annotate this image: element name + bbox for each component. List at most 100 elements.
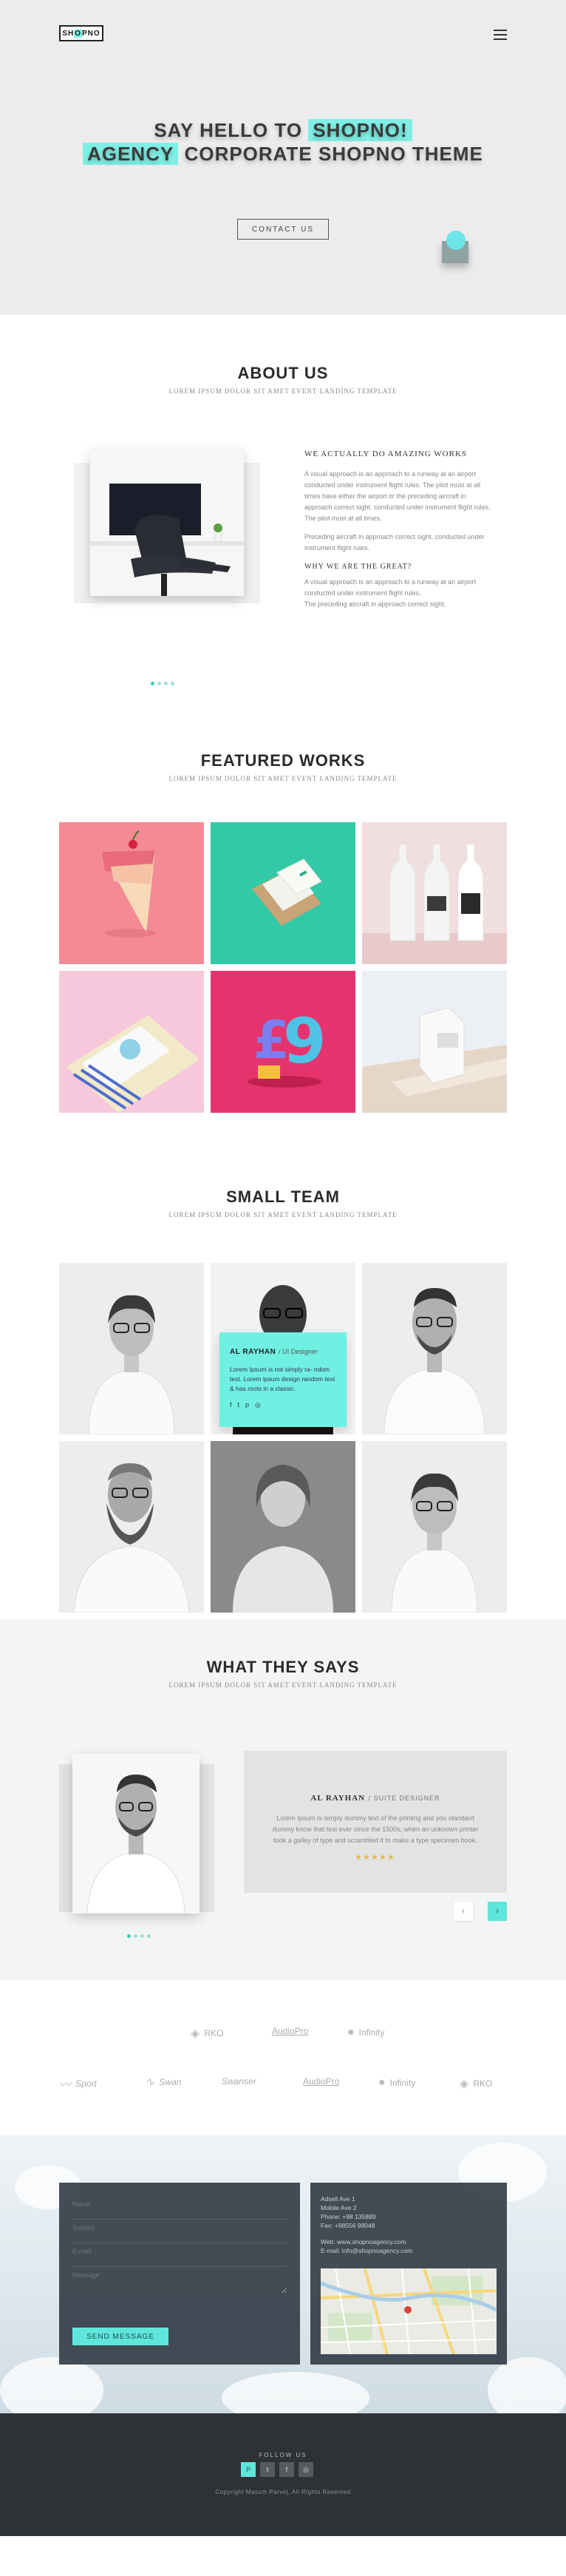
team-member-photo[interactable] [59, 1263, 204, 1434]
pinterest-icon[interactable]: p [245, 1401, 249, 1409]
contact-info-panel: Adsell Ave 1 Mobile Ave 2 Phone: +98 135… [310, 2183, 507, 2365]
testimonial-quote: Lorem Ipsum is simply dummy text of the … [272, 1814, 479, 1844]
portfolio-item[interactable]: £ 9 [211, 971, 355, 1113]
fax-text: Fax: +98556 99048 [321, 2222, 375, 2229]
logo-text-left: SH [62, 29, 75, 38]
about-text-block: WE ACTUALLY DO AMAZING WORKS A visual ap… [304, 450, 494, 617]
about-title: ABOUT US [237, 364, 329, 382]
featured-works-section: FEATURED WORKS LOREM IPSUM DOLOR SIT AME… [0, 704, 566, 1156]
swan-icon: ∿ [145, 2076, 155, 2089]
hero-title: SAY HELLO TO SHOPNO! AGENCY CORPORATE SH… [0, 118, 566, 166]
about-paragraph-2: Preceding aircraft in approach correct s… [304, 533, 485, 552]
portfolio-item[interactable] [59, 971, 204, 1113]
team-member-photo[interactable] [362, 1441, 507, 1613]
twitter-icon[interactable]: t [260, 2462, 275, 2477]
portfolio-item[interactable] [59, 822, 204, 964]
pinterest-icon[interactable]: P [241, 2462, 256, 2477]
testimonial-slider-dots[interactable] [127, 1934, 151, 1938]
about-paragraph-1: A visual approach is an approach to a ru… [304, 470, 491, 522]
client-logo[interactable]: Swanser [222, 2076, 256, 2087]
clients-section: ◈ RKO AudioPro ● Infinity 〰 Sport ∿ Swan Swa… [0, 1980, 566, 2135]
email-input[interactable] [72, 2248, 287, 2255]
copyright-text: Copyright Masum Parvej, All Rights Reser… [215, 2489, 351, 2495]
footer: FOLLOW US P t f ◎ Copyright Masum Parvej… [0, 2413, 566, 2536]
client-logo[interactable]: ◈ RKO [191, 2026, 223, 2041]
hero-line2-text: CORPORATE SHOPNO THEME [178, 143, 483, 165]
about-image [74, 448, 260, 620]
team-member-photo[interactable] [211, 1441, 355, 1613]
team-member-photo[interactable] [59, 1441, 204, 1613]
svg-text:9: 9 [283, 1005, 326, 1077]
contact-section: SEND MESSAGE Adsell Ave 1 Mobile Ave 2 P… [0, 2135, 566, 2413]
team-member-photo[interactable] [362, 1263, 507, 1434]
team-member-photo[interactable]: AL RAYHAN / UI Designer Lorem Ipsum is no… [211, 1263, 355, 1434]
testimonial-photo [59, 1754, 214, 1927]
phone-text: Phone: +98 135889 [321, 2213, 376, 2220]
hamburger-menu-icon[interactable] [494, 30, 507, 40]
client-logo[interactable]: ● Infinity [347, 2026, 384, 2039]
rating-stars-icon: ★★★★★ [355, 1854, 396, 1862]
message-field[interactable] [72, 2267, 287, 2308]
next-arrow-button[interactable]: › [488, 1902, 507, 1921]
diamond-icon: ◈ [191, 2027, 200, 2040]
map-pin-icon [404, 2306, 412, 2314]
member-name: AL RAYHAN [230, 1348, 276, 1356]
message-textarea[interactable] [72, 2271, 287, 2294]
address-line-2: Mobile Ave 2 [321, 2204, 357, 2211]
portfolio-item[interactable] [362, 822, 507, 964]
email-text: E-mail: info@shopnoagency.com [321, 2247, 413, 2254]
subject-field[interactable] [72, 2220, 287, 2243]
about-section: ABOUT US LOREM IPSUM DOLOR SIT AMET EVEN… [0, 315, 566, 704]
team-title: SMALL TEAM [226, 1187, 340, 1206]
about-slider-dots[interactable] [151, 682, 174, 685]
member-role: / UI Designer [279, 1348, 318, 1355]
instagram-icon[interactable]: ◎ [299, 2462, 313, 2477]
testimonials-title: WHAT THEY SAYS [206, 1658, 360, 1676]
client-logo[interactable]: AudioPro [272, 2026, 308, 2036]
name-input[interactable] [72, 2200, 287, 2208]
contact-us-button[interactable]: CONTACT US [237, 219, 329, 240]
circle-icon: ● [347, 2026, 355, 2038]
member-social-links: f t p ◎ [230, 1401, 336, 1409]
dribbble-icon[interactable]: ◎ [255, 1401, 261, 1409]
client-logo[interactable]: AudioPro [303, 2076, 339, 2087]
team-subtitle: LOREM IPSUM DOLOR SIT AMET EVENT LANDING… [168, 1211, 398, 1218]
facebook-icon[interactable]: f [230, 1401, 232, 1409]
diamond-icon: ◈ [460, 2078, 469, 2090]
logo[interactable]: SH O PNO [59, 25, 103, 41]
contact-form: SEND MESSAGE [59, 2183, 300, 2365]
email-field[interactable] [72, 2243, 287, 2267]
swoosh-icon: 〰 [59, 2079, 72, 2092]
member-bio: Lorem Ipsum is not simply ra- ndom text.… [230, 1366, 335, 1392]
testimonials-subtitle: LOREM IPSUM DOLOR SIT AMET EVENT LANDING… [168, 1681, 398, 1689]
prev-arrow-button[interactable]: ‹ [454, 1902, 473, 1921]
client-logo[interactable]: ◈ RKO [460, 2076, 492, 2091]
portfolio-item[interactable] [211, 822, 355, 964]
client-logo[interactable]: 〰 Sport [59, 2075, 97, 2092]
name-field[interactable] [72, 2196, 287, 2220]
web-text: Web: www.shopnoagency.com [321, 2238, 406, 2245]
client-logo[interactable]: ● Infinity [378, 2076, 415, 2089]
featured-subtitle: LOREM IPSUM DOLOR SIT AMET EVENT LANDING… [168, 775, 398, 782]
hero-line1-highlight: SHOPNO! [308, 119, 412, 141]
testimonial-card: AL RAYHAN / SUITE DESIGNER Lorem Ipsum i… [244, 1751, 507, 1893]
testimonials-section: WHAT THEY SAYS LOREM IPSUM DOLOR SIT AME… [0, 1619, 566, 1980]
about-subtitle: LOREM IPSUM DOLOR SIT AMET EVENT LANDING… [168, 387, 398, 395]
about-heading: WE ACTUALLY DO AMAZING WORKS [304, 450, 468, 458]
twitter-icon[interactable]: t [238, 1401, 240, 1409]
team-section: SMALL TEAM LOREM IPSUM DOLOR SIT AMET EV… [0, 1155, 566, 1619]
send-message-button[interactable]: SEND MESSAGE [72, 2328, 168, 2345]
logo-text-highlight: O [74, 29, 82, 38]
facebook-icon[interactable]: f [279, 2462, 294, 2477]
featured-grid: £ 9 [59, 822, 507, 1113]
footer-social-links: P t f ◎ [241, 2462, 313, 2477]
portfolio-item[interactable] [362, 971, 507, 1113]
circle-icon: ● [378, 2076, 386, 2089]
subject-input[interactable] [72, 2224, 287, 2231]
about-paragraph-4: The preceding aircraft in approach corre… [304, 600, 446, 608]
testimonial-name: AL RAYHAN [310, 1794, 366, 1803]
client-logo[interactable]: ∿ Swan [145, 2075, 181, 2089]
team-grid: AL RAYHAN / UI Designer Lorem Ipsum is no… [59, 1263, 507, 1613]
address-line-1: Adsell Ave 1 [321, 2195, 355, 2203]
location-map[interactable] [321, 2268, 497, 2354]
